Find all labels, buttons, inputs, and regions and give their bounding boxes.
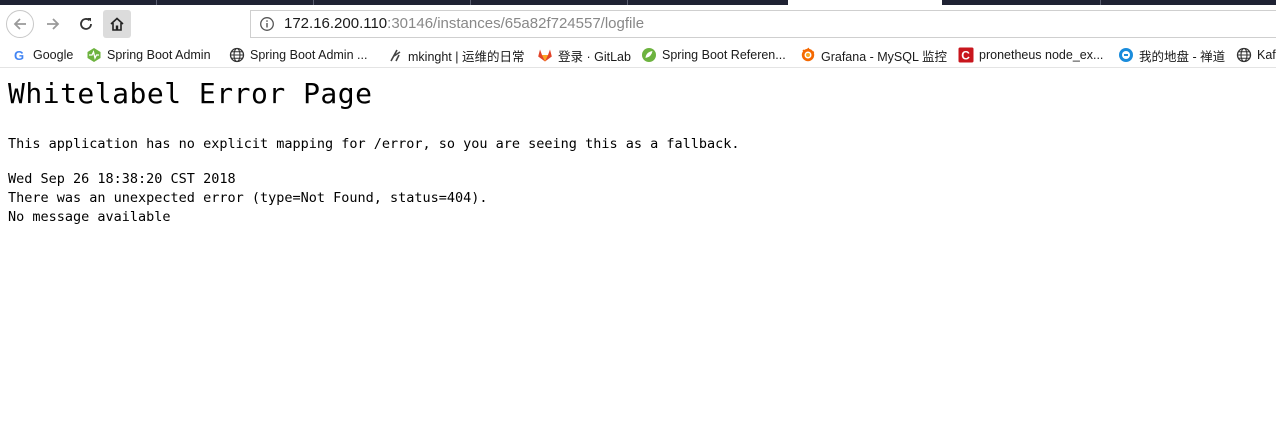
reload-icon <box>80 18 92 30</box>
error-timestamp: Wed Sep 26 18:38:20 CST 2018 <box>8 171 236 187</box>
arrow-left-icon <box>13 18 26 30</box>
svg-text:C: C <box>961 49 970 63</box>
error-explanation: This application has no explicit mapping… <box>8 136 740 152</box>
bookmark-label: Spring Boot Admin <box>107 48 211 62</box>
info-icon[interactable] <box>259 16 275 32</box>
bookmark-gitlab[interactable]: 登录 · GitLab <box>537 46 631 64</box>
bookmark-spring-boot-admin[interactable]: Spring Boot Admin <box>86 46 211 64</box>
page-title: Whitelabel Error Page <box>8 77 373 110</box>
svg-text:G: G <box>14 48 24 63</box>
error-status: There was an unexpected error (type=Not … <box>8 190 488 206</box>
bookmark-spring-boot-reference[interactable]: Spring Boot Referen... <box>641 46 786 64</box>
bookmark-grafana[interactable]: Grafana - MySQL 监控 <box>800 46 947 64</box>
back-button[interactable] <box>6 10 34 38</box>
url-host: 172.16.200.110 <box>284 15 388 32</box>
grafana-icon <box>801 47 815 62</box>
bookmark-label: mkinght | 运维的日常 <box>408 49 525 64</box>
bookmark-zentao[interactable]: 我的地盘 - 禅道 <box>1118 46 1225 64</box>
bookmark-label: Grafana - MySQL 监控 <box>821 49 947 64</box>
browser-toolbar: 172.16.200.110:30146/instances/65a82f724… <box>0 5 1276 43</box>
bookmark-label: Google <box>33 48 74 62</box>
bookmark-prometheus[interactable]: C pronetheus node_ex... <box>958 46 1103 64</box>
home-icon <box>110 17 124 31</box>
bookmark-label: Spring Boot Admin ... <box>250 48 368 62</box>
google-icon: G <box>14 48 24 63</box>
globe-icon <box>1236 47 1252 63</box>
bookmark-spring-boot-admin-2[interactable]: Spring Boot Admin ... <box>229 46 367 64</box>
bookmark-label: pronetheus node_ex... <box>979 48 1104 62</box>
reload-button[interactable] <box>73 11 99 37</box>
forward-button[interactable] <box>40 11 66 37</box>
bookmarks-bar: G Google Spring Boot Admin Spring Boot A… <box>0 43 1276 68</box>
zentao-icon <box>1119 48 1133 62</box>
url-text[interactable]: 172.16.200.110:30146/instances/65a82f724… <box>284 15 644 32</box>
bookmark-google[interactable]: G Google <box>12 46 73 64</box>
error-detail: No message available <box>8 209 171 225</box>
spring-icon <box>642 48 656 62</box>
site-icon <box>390 49 401 62</box>
gitlab-icon <box>538 49 552 62</box>
bookmark-label: 我的地盘 - 禅道 <box>1139 49 1226 64</box>
globe-icon <box>229 47 245 63</box>
address-bar[interactable]: 172.16.200.110:30146/instances/65a82f724… <box>250 10 1276 38</box>
bookmark-mkinght[interactable]: mkinght | 运维的日常 <box>387 46 524 64</box>
spring-boot-admin-icon <box>87 48 101 62</box>
csdn-icon: C <box>958 47 974 63</box>
bookmark-kafka[interactable]: Kaf <box>1236 46 1276 64</box>
url-path: :30146/instances/65a82f724557/logfile <box>387 15 645 32</box>
bookmark-label: Kaf <box>1257 48 1276 62</box>
home-button[interactable] <box>103 10 131 38</box>
bookmark-label: Spring Boot Referen... <box>662 48 786 62</box>
arrow-right-icon <box>47 18 60 30</box>
bookmark-label: 登录 · GitLab <box>558 49 631 64</box>
